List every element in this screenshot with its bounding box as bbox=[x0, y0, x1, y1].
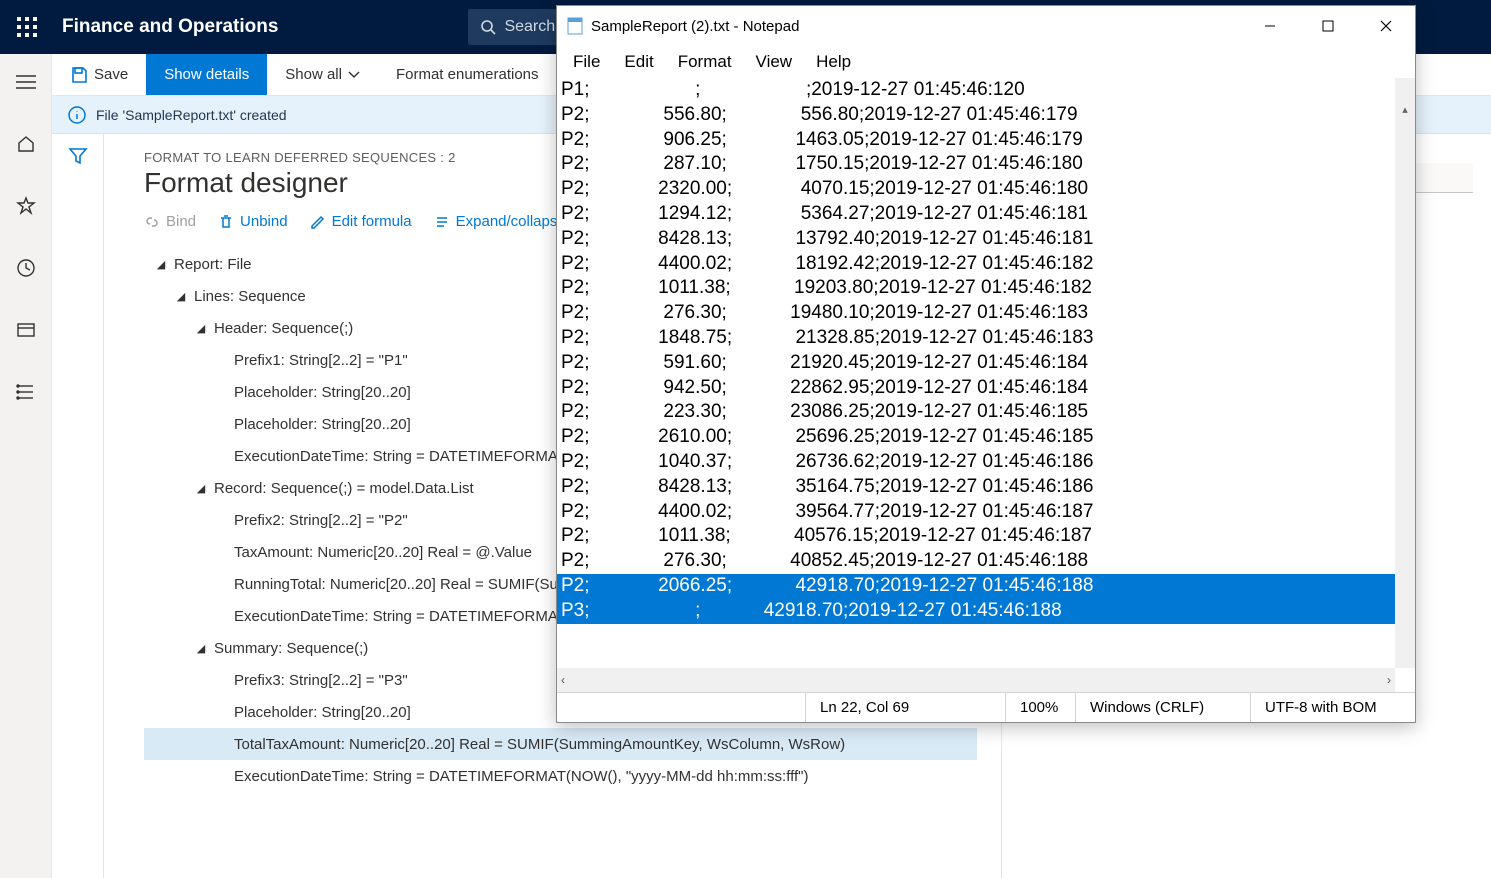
notepad-titlebar[interactable]: SampleReport (2).txt - Notepad bbox=[557, 6, 1415, 46]
filter-icon[interactable] bbox=[68, 146, 88, 166]
info-message: File 'SampleReport.txt' created bbox=[96, 107, 287, 123]
text-line: P2; 276.30; 40852.45;2019-12-27 01:45:46… bbox=[557, 549, 1415, 574]
chevron-down-icon bbox=[348, 71, 360, 79]
text-line: P2; 556.80; 556.80;2019-12-27 01:45:46:1… bbox=[557, 103, 1415, 128]
tree-node-label: ExecutionDateTime: String = DATETIMEFORM… bbox=[232, 768, 808, 785]
nav-home-icon[interactable] bbox=[6, 124, 46, 164]
window-close-button[interactable] bbox=[1357, 6, 1415, 46]
status-cursor-pos: Ln 22, Col 69 bbox=[805, 693, 1005, 722]
tree-node-label: Prefix1: String[2..2] = "P1" bbox=[232, 352, 408, 369]
link-icon bbox=[144, 214, 160, 230]
text-line: P2; 1294.12; 5364.27;2019-12-27 01:45:46… bbox=[557, 202, 1415, 227]
tree-node-label: TotalTaxAmount: Numeric[20..20] Real = S… bbox=[232, 736, 845, 753]
tree-node-label: Summary: Sequence(;) bbox=[212, 640, 368, 657]
tree-node-label: Header: Sequence(;) bbox=[212, 320, 353, 337]
notepad-icon bbox=[565, 16, 585, 36]
menu-help[interactable]: Help bbox=[806, 50, 861, 74]
menu-edit[interactable]: Edit bbox=[614, 50, 663, 74]
trash-icon bbox=[218, 214, 234, 230]
filter-column bbox=[52, 134, 104, 878]
info-icon bbox=[68, 106, 86, 124]
tree-node-label: Record: Sequence(;) = model.Data.List bbox=[212, 480, 474, 497]
show-all-button[interactable]: Show all bbox=[267, 54, 378, 95]
left-nav bbox=[0, 54, 52, 878]
search-icon bbox=[480, 19, 496, 35]
edit-formula-button[interactable]: Edit formula bbox=[310, 213, 412, 230]
text-line: P2; 2610.00; 25696.25;2019-12-27 01:45:4… bbox=[557, 425, 1415, 450]
text-line: P2; 287.10; 1750.15;2019-12-27 01:45:46:… bbox=[557, 152, 1415, 177]
notepad-window: SampleReport (2).txt - Notepad FileEditF… bbox=[556, 5, 1416, 723]
notepad-textarea[interactable]: P1; ; ;2019-12-27 01:45:46:120P2; 556.80… bbox=[557, 78, 1415, 692]
tree-node-label: ExecutionDateTime: String = DATETIMEFORM… bbox=[232, 608, 582, 625]
menu-file[interactable]: File bbox=[563, 50, 610, 74]
text-line: P2; 223.30; 23086.25;2019-12-27 01:45:46… bbox=[557, 400, 1415, 425]
save-button[interactable]: Save bbox=[52, 54, 146, 95]
tree-node-label: TaxAmount: Numeric[20..20] Real = @.Valu… bbox=[232, 544, 532, 561]
text-line: P2; 906.25; 1463.05;2019-12-27 01:45:46:… bbox=[557, 128, 1415, 153]
text-line: P2; 8428.13; 13792.40;2019-12-27 01:45:4… bbox=[557, 227, 1415, 252]
text-line: P2; 591.60; 21920.45;2019-12-27 01:45:46… bbox=[557, 351, 1415, 376]
text-line: P2; 1011.38; 19203.80;2019-12-27 01:45:4… bbox=[557, 276, 1415, 301]
notepad-title: SampleReport (2).txt - Notepad bbox=[591, 18, 799, 35]
text-line: P2; 4400.02; 18192.42;2019-12-27 01:45:4… bbox=[557, 252, 1415, 277]
status-zoom: 100% bbox=[1005, 693, 1075, 722]
unbind-button[interactable]: Unbind bbox=[218, 213, 288, 230]
nav-modules-icon[interactable] bbox=[6, 372, 46, 412]
tree-node-label: Placeholder: String[20..20] bbox=[232, 384, 411, 401]
text-line: P2; 2320.00; 4070.15;2019-12-27 01:45:46… bbox=[557, 177, 1415, 202]
nav-hamburger-icon[interactable] bbox=[6, 62, 46, 102]
menu-view[interactable]: View bbox=[746, 50, 803, 74]
text-line: P2; 1040.37; 26736.62;2019-12-27 01:45:4… bbox=[557, 450, 1415, 475]
tree-node-label: Placeholder: String[20..20] bbox=[232, 416, 411, 433]
nav-workspaces-icon[interactable] bbox=[6, 310, 46, 350]
expand-icon bbox=[434, 214, 450, 230]
text-line: P2; 8428.13; 35164.75;2019-12-27 01:45:4… bbox=[557, 475, 1415, 500]
tree-caret-icon[interactable]: ◢ bbox=[194, 642, 208, 655]
text-line: P2; 276.30; 19480.10;2019-12-27 01:45:46… bbox=[557, 301, 1415, 326]
tree-caret-icon[interactable]: ◢ bbox=[154, 258, 168, 271]
app-title: Finance and Operations bbox=[62, 16, 278, 38]
status-encoding: UTF-8 with BOM bbox=[1250, 693, 1415, 722]
tree-node-label: Lines: Sequence bbox=[192, 288, 306, 305]
window-maximize-button[interactable] bbox=[1299, 6, 1357, 46]
bind-button[interactable]: Bind bbox=[144, 213, 196, 230]
tree-node-label: Placeholder: String[20..20] bbox=[232, 704, 411, 721]
tree-caret-icon[interactable]: ◢ bbox=[194, 322, 208, 335]
status-eol: Windows (CRLF) bbox=[1075, 693, 1250, 722]
tree-node[interactable]: TotalTaxAmount: Numeric[20..20] Real = S… bbox=[144, 728, 977, 760]
notepad-statusbar: Ln 22, Col 69 100% Windows (CRLF) UTF-8 … bbox=[557, 692, 1415, 722]
text-line: P2; 1011.38; 40576.15;2019-12-27 01:45:4… bbox=[557, 524, 1415, 549]
window-minimize-button[interactable] bbox=[1241, 6, 1299, 46]
vertical-scrollbar[interactable]: ▴ bbox=[1395, 78, 1415, 668]
tree-node[interactable]: ExecutionDateTime: String = DATETIMEFORM… bbox=[144, 760, 977, 792]
notepad-menubar: FileEditFormatViewHelp bbox=[557, 46, 1415, 78]
expand-collapse-button[interactable]: Expand/collapse bbox=[434, 213, 566, 230]
menu-format[interactable]: Format bbox=[668, 50, 742, 74]
format-enumerations-button[interactable]: Format enumerations bbox=[378, 54, 557, 95]
text-line: P2; 4400.02; 39564.77;2019-12-27 01:45:4… bbox=[557, 500, 1415, 525]
app-launcher-icon[interactable] bbox=[0, 0, 54, 54]
tree-node-label: Report: File bbox=[172, 256, 252, 273]
horizontal-scrollbar[interactable]: ‹› bbox=[557, 668, 1395, 692]
text-line: P2; 2066.25; 42918.70;2019-12-27 01:45:4… bbox=[557, 574, 1415, 599]
text-line: P1; ; ;2019-12-27 01:45:46:120 bbox=[557, 78, 1415, 103]
text-line: P3; ; 42918.70;2019-12-27 01:45:46:188 bbox=[557, 599, 1415, 624]
nav-favorites-icon[interactable] bbox=[6, 186, 46, 226]
text-line: P2; 942.50; 22862.95;2019-12-27 01:45:46… bbox=[557, 376, 1415, 401]
tree-node-label: ExecutionDateTime: String = DATETIMEFORM… bbox=[232, 448, 582, 465]
pencil-icon bbox=[310, 214, 326, 230]
nav-recent-icon[interactable] bbox=[6, 248, 46, 288]
save-icon bbox=[70, 66, 88, 84]
text-line: P2; 1848.75; 21328.85;2019-12-27 01:45:4… bbox=[557, 326, 1415, 351]
tree-caret-icon[interactable]: ◢ bbox=[174, 290, 188, 303]
tree-node-label: RunningTotal: Numeric[20..20] Real = SUM… bbox=[232, 576, 575, 593]
tree-caret-icon[interactable]: ◢ bbox=[194, 482, 208, 495]
tree-node-label: Prefix2: String[2..2] = "P2" bbox=[232, 512, 408, 529]
show-details-button[interactable]: Show details bbox=[146, 54, 267, 95]
tree-node-label: Prefix3: String[2..2] = "P3" bbox=[232, 672, 408, 689]
